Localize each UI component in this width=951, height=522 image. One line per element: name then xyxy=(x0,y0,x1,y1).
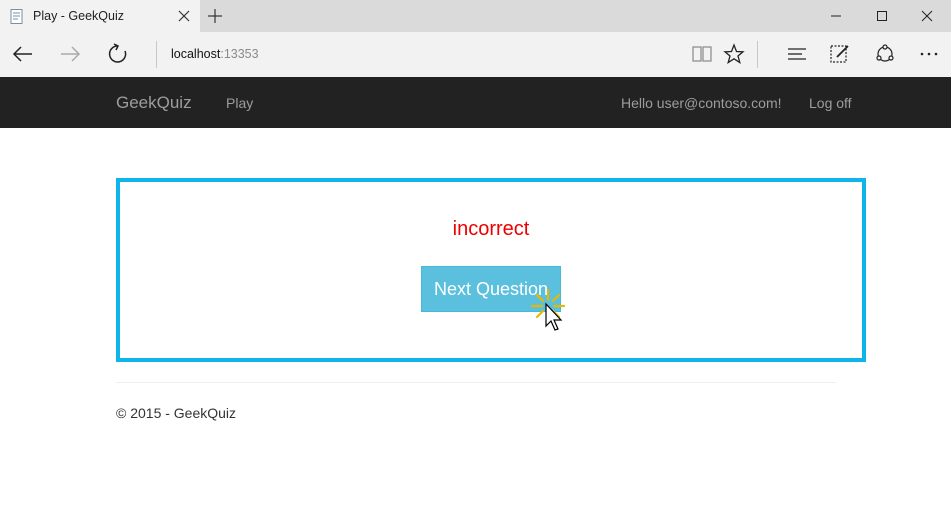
site-navbar: GeekQuiz Play Hello user@contoso.com! Lo… xyxy=(0,77,951,128)
footer-divider xyxy=(116,382,836,383)
brand-link[interactable]: GeekQuiz xyxy=(116,93,192,113)
mouse-cursor-icon xyxy=(545,302,563,331)
more-icon[interactable] xyxy=(918,43,940,65)
forward-arrow-icon[interactable] xyxy=(58,42,82,66)
address-divider xyxy=(156,41,157,68)
refresh-icon[interactable] xyxy=(106,42,130,66)
window-close-icon[interactable] xyxy=(917,6,937,26)
address-port: :13353 xyxy=(220,47,259,61)
minimize-icon[interactable] xyxy=(826,6,846,26)
browser-tabstrip: Play - GeekQuiz xyxy=(0,0,951,32)
address-host: localhost xyxy=(171,47,221,61)
quiz-panel: incorrect Next Question xyxy=(116,178,866,362)
pen-icon[interactable] xyxy=(829,43,851,65)
answer-result: incorrect xyxy=(452,218,530,240)
toolbar-divider xyxy=(757,41,758,68)
page-icon xyxy=(10,9,23,24)
footer-copyright: © 2015 - GeekQuiz xyxy=(116,405,237,421)
tab-title: Play - GeekQuiz xyxy=(33,9,125,23)
logoff-link[interactable]: Log off xyxy=(809,95,852,111)
plus-icon[interactable] xyxy=(207,8,223,24)
book-icon[interactable] xyxy=(691,43,713,65)
star-icon[interactable] xyxy=(723,43,745,65)
user-greeting-link[interactable]: Hello user@contoso.com! xyxy=(621,95,782,111)
hub-icon[interactable] xyxy=(786,43,808,65)
maximize-icon[interactable] xyxy=(872,6,892,26)
share-icon[interactable] xyxy=(874,43,896,65)
nav-play-link[interactable]: Play xyxy=(226,95,253,111)
browser-tab[interactable]: Play - GeekQuiz xyxy=(0,0,200,32)
browser-toolbar: localhost:13353 xyxy=(0,32,951,77)
back-arrow-icon[interactable] xyxy=(11,42,35,66)
close-icon[interactable] xyxy=(176,8,192,24)
address-bar[interactable]: localhost:13353 xyxy=(171,47,259,61)
